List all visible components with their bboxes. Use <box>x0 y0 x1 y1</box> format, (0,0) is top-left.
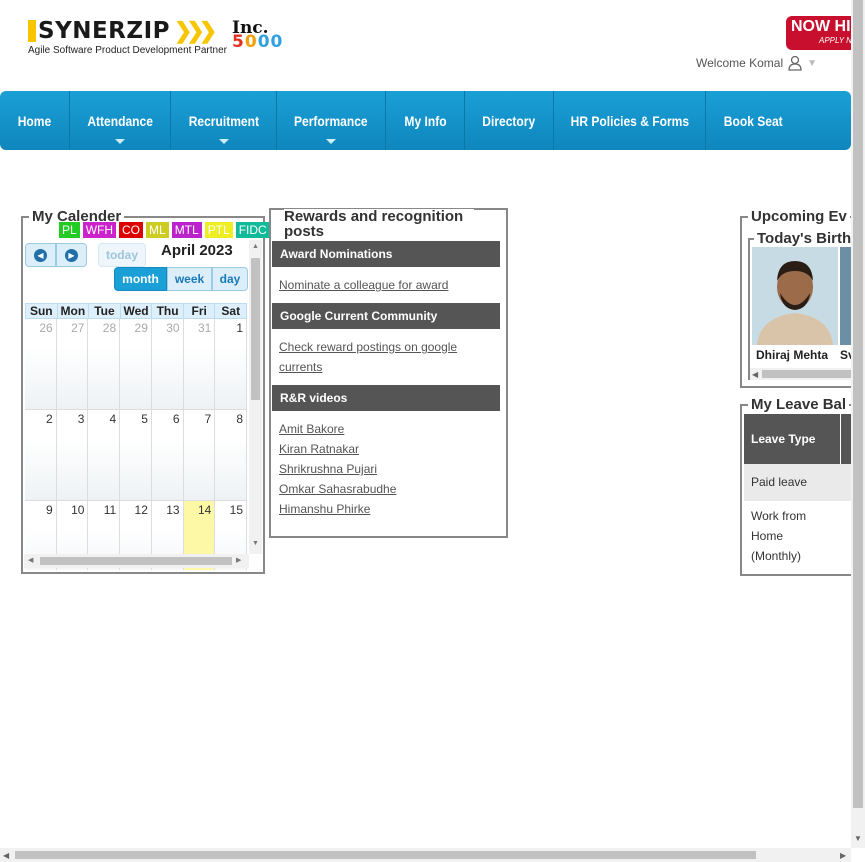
google-currents-link[interactable]: Check reward postings on google currents <box>279 337 479 377</box>
logo-bar <box>28 20 36 42</box>
calendar-day[interactable]: 4 <box>88 410 121 501</box>
video-link[interactable]: Omkar Sahasrabudhe <box>279 479 396 499</box>
weekday: Sat <box>221 304 241 318</box>
person-name[interactable]: Sv <box>840 348 851 362</box>
chevron-down-icon <box>218 139 229 144</box>
nav-book-seat[interactable]: Book Seat <box>706 91 801 150</box>
inc-5000-logo: Inc. 5000 <box>232 18 284 52</box>
person-name[interactable]: Dhiraj Mehta <box>756 348 828 362</box>
logo-chevrons: ❯❯❯ <box>173 18 217 43</box>
calendar-day[interactable]: 30 <box>151 319 184 410</box>
prev-month-button[interactable]: ◀ <box>25 243 56 267</box>
nav-recruitment[interactable]: Recruitment <box>171 91 277 150</box>
welcome-text: Welcome Komal <box>696 56 784 70</box>
nav-hr-policies[interactable]: HR Policies & Forms <box>554 91 706 150</box>
brand-name: SYNERZIP <box>38 18 170 44</box>
weekday: Wed <box>121 304 153 318</box>
weekday: Tue <box>89 304 121 318</box>
leave-legend: PL WFH CO ML MTL PTL FIDC <box>59 222 270 238</box>
calendar-day[interactable]: 26 <box>25 319 57 410</box>
leave-row: Paid leave <box>744 464 854 501</box>
view-day-button[interactable]: day <box>212 267 248 291</box>
legend-ptl: PTL <box>204 222 233 238</box>
legend-fidc: FIDC <box>235 222 270 238</box>
calendar-month-title: April 2023 <box>161 242 233 259</box>
calendar-horizontal-scrollbar[interactable]: ◀ ▶ <box>24 554 249 568</box>
nav-attendance[interactable]: Attendance <box>70 91 171 150</box>
main-nav: Home Attendance Recruitment Performance … <box>0 91 851 150</box>
calendar-vertical-scrollbar[interactable]: ▲ ▼ <box>249 240 262 554</box>
synerzip-logo[interactable]: SYNERZIP ❯❯❯ Agile Software Product Deve… <box>28 18 227 56</box>
video-link[interactable]: Shrikrushna Pujari <box>279 459 377 479</box>
legend-pl: PL <box>59 222 80 238</box>
user-icon <box>788 55 802 71</box>
calendar-day[interactable]: 8 <box>215 410 248 501</box>
video-link[interactable]: Amit Bakore <box>279 419 344 439</box>
birthdays-horizontal-scrollbar[interactable]: ◀ <box>750 368 860 380</box>
view-week-button[interactable]: week <box>167 267 212 291</box>
calendar-day[interactable]: 2 <box>25 410 57 501</box>
page-vertical-scrollbar[interactable]: ▼ <box>851 0 865 848</box>
calendar-day[interactable]: 3 <box>56 410 89 501</box>
legend-wfh: WFH <box>82 222 117 238</box>
nominate-link[interactable]: Nominate a colleague for award <box>279 275 448 295</box>
legend-mtl: MTL <box>171 222 202 238</box>
brand-tagline: Agile Software Product Development Partn… <box>28 45 227 56</box>
video-link[interactable]: Himanshu Phirke <box>279 499 370 519</box>
view-month-button[interactable]: month <box>114 267 167 291</box>
calendar-day[interactable]: 1 <box>215 319 248 410</box>
video-link[interactable]: Kiran Ratnakar <box>279 439 359 459</box>
calendar-widget: ◀ ▶ today April 2023 month week day Sun … <box>24 240 262 570</box>
legend-ml: ML <box>146 222 169 238</box>
calendar-day[interactable]: 29 <box>120 319 152 410</box>
weekday-header: Sun Mon Tue Wed Thu Fri Sat <box>25 303 247 319</box>
nav-performance[interactable]: Performance <box>277 91 386 150</box>
calendar-day[interactable]: 31 <box>183 319 216 410</box>
calendar-grid: Sun Mon Tue Wed Thu Fri Sat 26 27 28 29 … <box>25 303 248 570</box>
leave-type-header: Leave Type <box>744 414 840 464</box>
page-horizontal-scrollbar[interactable]: ◀ ▶ <box>0 848 851 862</box>
chevron-down-icon: ▼ <box>807 57 818 69</box>
chevron-down-icon <box>326 139 336 144</box>
today-button[interactable]: today <box>98 243 146 267</box>
chevron-left-icon: ◀ <box>34 248 47 262</box>
avatar <box>752 247 838 345</box>
chevron-down-icon <box>115 139 125 144</box>
nav-directory[interactable]: Directory <box>465 91 554 150</box>
person-photo <box>752 247 838 345</box>
calendar-week: 26 27 28 29 30 31 1 <box>25 319 248 410</box>
calendar-week: 2 3 4 5 6 7 8 <box>25 410 248 501</box>
rewards-title: Rewards and recognition posts <box>284 209 474 239</box>
next-month-button[interactable]: ▶ <box>56 243 87 267</box>
weekday: Fri <box>184 304 216 318</box>
nav-home[interactable]: Home <box>0 91 70 150</box>
legend-co: CO <box>119 222 144 238</box>
weekday: Thu <box>152 304 184 318</box>
calendar-day[interactable]: 28 <box>88 319 121 410</box>
section-heading: R&R videos <box>272 385 500 411</box>
nav-my-info[interactable]: My Info <box>386 91 465 150</box>
leave-row: Work from Home (Monthly) <box>751 509 807 563</box>
calendar-day[interactable]: 7 <box>183 410 216 501</box>
welcome-user-menu[interactable]: Welcome Komal ▼ <box>696 55 817 71</box>
calendar-day[interactable]: 27 <box>56 319 89 410</box>
section-heading: Award Nominations <box>272 241 500 267</box>
person-photo <box>840 247 851 345</box>
section-heading: Google Current Community <box>272 303 500 329</box>
weekday: Sun <box>26 304 58 318</box>
calendar-day[interactable]: 6 <box>151 410 184 501</box>
calendar-day[interactable]: 5 <box>120 410 152 501</box>
chevron-right-icon: ▶ <box>65 248 78 262</box>
weekday: Mon <box>58 304 90 318</box>
